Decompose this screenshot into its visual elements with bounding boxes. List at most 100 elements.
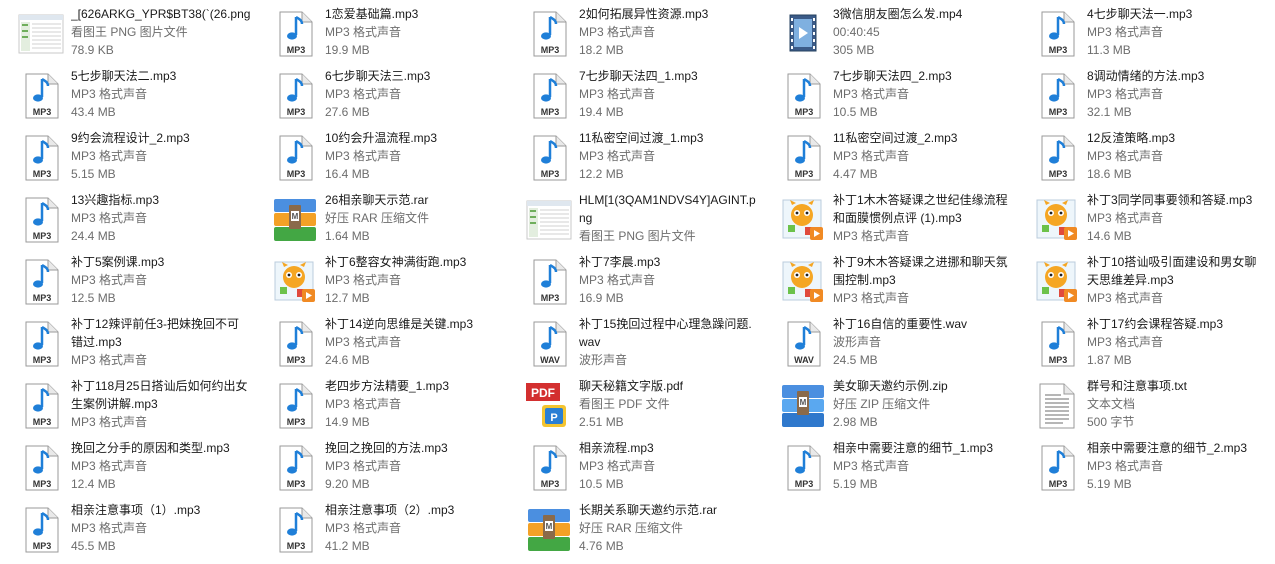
file-type: MP3 格式声音: [325, 397, 402, 411]
file-item[interactable]: MP3 7七步聊天法四_1.mp3 MP3 格式声音 19.4 MB: [508, 62, 758, 124]
file-type: MP3 格式声音: [1087, 25, 1164, 39]
file-size: 78.9 KB: [71, 43, 114, 57]
svg-text:WAV: WAV: [540, 355, 560, 365]
file-item[interactable]: MP3 相亲注意事项（2）.mp3 MP3 格式声音 41.2 MB: [254, 496, 504, 558]
rar-archive-icon: M: [526, 507, 572, 553]
file-item[interactable]: M 26相亲聊天示范.rar 好压 RAR 压缩文件 1.64 MB: [254, 186, 504, 248]
file-item[interactable]: MP3 13兴趣指标.mp3 MP3 格式声音 24.4 MB: [0, 186, 250, 248]
file-details: 群号和注意事项.txt 文本文档 500 字节: [1087, 377, 1267, 431]
file-item[interactable]: MP3 补丁17约会课程答疑.mp3 MP3 格式声音 1.87 MB: [1016, 310, 1266, 372]
file-item[interactable]: 补丁9木木答疑课之进挪和聊天氛围控制.mp3 MP3 格式声音: [762, 248, 1012, 310]
file-item[interactable]: MP3 6七步聊天法三.mp3 MP3 格式声音 27.6 MB: [254, 62, 504, 124]
media-player-icon: [780, 259, 826, 305]
file-item[interactable]: MP3 相亲流程.mp3 MP3 格式声音 10.5 MB: [508, 434, 758, 496]
svg-text:MP3: MP3: [287, 417, 306, 427]
file-item[interactable]: _[626ARKG_YPR$BT38(`(26.png 看图王 PNG 图片文件 7…: [0, 0, 250, 62]
svg-text:MP3: MP3: [33, 107, 52, 117]
file-size: 500 字节: [1087, 415, 1135, 429]
file-size: 24.6 MB: [325, 353, 370, 367]
file-item[interactable]: MP3 9约会流程设计_2.mp3 MP3 格式声音 5.15 MB: [0, 124, 250, 186]
file-item[interactable]: MP3 8调动情绪的方法.mp3 MP3 格式声音 32.1 MB: [1016, 62, 1266, 124]
file-type: MP3 格式声音: [325, 459, 402, 473]
file-type: 好压 RAR 压缩文件: [579, 521, 684, 535]
file-item[interactable]: MP3 11私密空间过渡_1.mp3 MP3 格式声音 12.2 MB: [508, 124, 758, 186]
file-size: 10.5 MB: [579, 477, 624, 491]
file-item[interactable]: MP3 挽回之分手的原因和类型.mp3 MP3 格式声音 12.4 MB: [0, 434, 250, 496]
file-item[interactable]: MP3 补丁118月25日搭讪后如何约出女生案例讲解.mp3 MP3 格式声音: [0, 372, 250, 434]
file-type: MP3 格式声音: [71, 87, 148, 101]
mp3-file-icon: MP3: [18, 445, 64, 491]
file-type: 波形声音: [833, 335, 882, 349]
file-type: 波形声音: [579, 353, 628, 367]
file-details: 5七步聊天法二.mp3 MP3 格式声音 43.4 MB: [71, 67, 251, 121]
file-details: 12反渣策略.mp3 MP3 格式声音 18.6 MB: [1087, 129, 1267, 183]
file-item[interactable]: HLM[1(3QAM1NDVS4Y]AGINT.png 看图王 PNG 图片文件: [508, 186, 758, 248]
file-item[interactable]: MP3 1恋爱基础篇.mp3 MP3 格式声音 19.9 MB: [254, 0, 504, 62]
file-item[interactable]: MP3 12反渣策略.mp3 MP3 格式声音 18.6 MB: [1016, 124, 1266, 186]
file-item[interactable]: 群号和注意事项.txt 文本文档 500 字节: [1016, 372, 1266, 434]
mp3-file-icon: MP3: [1034, 321, 1080, 367]
file-details: 补丁10搭讪吸引面建设和男女聊天思维差异.mp3 MP3 格式声音: [1087, 253, 1267, 307]
svg-text:MP3: MP3: [33, 541, 52, 551]
mp3-file-icon: MP3: [780, 73, 826, 119]
file-item[interactable]: MP3 相亲中需要注意的细节_2.mp3 MP3 格式声音 5.19 MB: [1016, 434, 1266, 496]
file-type: MP3 格式声音: [833, 87, 910, 101]
file-item[interactable]: WAV 补丁16自信的重要性.wav 波形声音 24.5 MB: [762, 310, 1012, 372]
file-item[interactable]: PDF P 聊天秘籍文字版.pdf 看图王 PDF 文件 2.51 MB: [508, 372, 758, 434]
file-size: 14.9 MB: [325, 415, 370, 429]
file-item[interactable]: 补丁1木木答疑课之世纪佳缘流程和面膜惯例点评 (1).mp3 MP3 格式声音: [762, 186, 1012, 248]
svg-text:MP3: MP3: [287, 107, 306, 117]
mp3-file-icon: MP3: [18, 383, 64, 429]
file-size: 12.5 MB: [71, 291, 116, 305]
svg-text:M: M: [292, 212, 299, 221]
file-item[interactable]: MP3 补丁5案例课.mp3 MP3 格式声音 12.5 MB: [0, 248, 250, 310]
file-item[interactable]: M 长期关系聊天邀约示范.rar 好压 RAR 压缩文件 4.76 MB: [508, 496, 758, 558]
file-item[interactable]: MP3 补丁14逆向思维是关键.mp3 MP3 格式声音 24.6 MB: [254, 310, 504, 372]
file-item[interactable]: MP3 相亲注意事项（1）.mp3 MP3 格式声音 45.5 MB: [0, 496, 250, 558]
svg-text:MP3: MP3: [1049, 479, 1068, 489]
mp3-file-icon: MP3: [526, 73, 572, 119]
file-type: MP3 格式声音: [325, 87, 402, 101]
file-details: _[626ARKG_YPR$BT38(`(26.png 看图王 PNG 图片文件 7…: [71, 5, 251, 59]
file-name: 相亲中需要注意的细节_1.mp3: [833, 441, 994, 455]
file-details: 1恋爱基础篇.mp3 MP3 格式声音 19.9 MB: [325, 5, 505, 59]
file-item[interactable]: 3微信朋友圈怎么发.mp4 00:40:45 305 MB: [762, 0, 1012, 62]
svg-text:MP3: MP3: [1049, 45, 1068, 55]
file-name: 11私密空间过渡_2.mp3: [833, 131, 958, 145]
file-name: 6七步聊天法三.mp3: [325, 69, 431, 83]
wav-file-icon: WAV: [526, 321, 572, 367]
file-item[interactable]: M 美女聊天邀约示例.zip 好压 ZIP 压缩文件 2.98 MB: [762, 372, 1012, 434]
svg-text:MP3: MP3: [33, 479, 52, 489]
svg-text:MP3: MP3: [541, 169, 560, 179]
file-item[interactable]: MP3 补丁7李晨.mp3 MP3 格式声音 16.9 MB: [508, 248, 758, 310]
file-item[interactable]: 补丁6整容女神满街跑.mp3 MP3 格式声音 12.7 MB: [254, 248, 504, 310]
svg-text:MP3: MP3: [33, 355, 52, 365]
file-details: 挽回之挽回的方法.mp3 MP3 格式声音 9.20 MB: [325, 439, 505, 493]
file-name: 补丁118月25日搭讪后如何约出女生案例讲解.mp3: [71, 379, 248, 411]
file-item[interactable]: 补丁10搭讪吸引面建设和男女聊天思维差异.mp3 MP3 格式声音: [1016, 248, 1266, 310]
file-item[interactable]: WAV 补丁15挽回过程中心理急躁问题.wav 波形声音: [508, 310, 758, 372]
file-item[interactable]: MP3 4七步聊天法一.mp3 MP3 格式声音 11.3 MB: [1016, 0, 1266, 62]
file-item[interactable]: MP3 补丁12辣评前任3-把妹挽回不可错过.mp3 MP3 格式声音: [0, 310, 250, 372]
file-item[interactable]: MP3 老四步方法精要_1.mp3 MP3 格式声音 14.9 MB: [254, 372, 504, 434]
file-item[interactable]: MP3 2如何拓展异性资源.mp3 MP3 格式声音 18.2 MB: [508, 0, 758, 62]
file-details: 3微信朋友圈怎么发.mp4 00:40:45 305 MB: [833, 5, 1013, 59]
file-item[interactable]: MP3 7七步聊天法四_2.mp3 MP3 格式声音 10.5 MB: [762, 62, 1012, 124]
mp3-file-icon: MP3: [526, 259, 572, 305]
file-item[interactable]: MP3 挽回之挽回的方法.mp3 MP3 格式声音 9.20 MB: [254, 434, 504, 496]
file-details: 11私密空间过渡_2.mp3 MP3 格式声音 4.47 MB: [833, 129, 1013, 183]
file-size: 24.5 MB: [833, 353, 878, 367]
file-grid: _[626ARKG_YPR$BT38(`(26.png 看图王 PNG 图片文件 7…: [0, 0, 1275, 564]
file-item[interactable]: MP3 相亲中需要注意的细节_1.mp3 MP3 格式声音 5.19 MB: [762, 434, 1012, 496]
file-item[interactable]: MP3 5七步聊天法二.mp3 MP3 格式声音 43.4 MB: [0, 62, 250, 124]
file-item[interactable]: 补丁3同学同事要领和答疑.mp3 MP3 格式声音 14.6 MB: [1016, 186, 1266, 248]
file-type: MP3 格式声音: [579, 459, 656, 473]
mp3-file-icon: MP3: [18, 259, 64, 305]
file-item[interactable]: MP3 11私密空间过渡_2.mp3 MP3 格式声音 4.47 MB: [762, 124, 1012, 186]
file-details: 补丁3同学同事要领和答疑.mp3 MP3 格式声音 14.6 MB: [1087, 191, 1267, 245]
file-details: 补丁1木木答疑课之世纪佳缘流程和面膜惯例点评 (1).mp3 MP3 格式声音: [833, 191, 1013, 245]
file-size: 2.98 MB: [833, 415, 878, 429]
file-size: 5.15 MB: [71, 167, 116, 181]
file-item[interactable]: MP3 10约会升温流程.mp3 MP3 格式声音 16.4 MB: [254, 124, 504, 186]
file-size: 18.2 MB: [579, 43, 624, 57]
